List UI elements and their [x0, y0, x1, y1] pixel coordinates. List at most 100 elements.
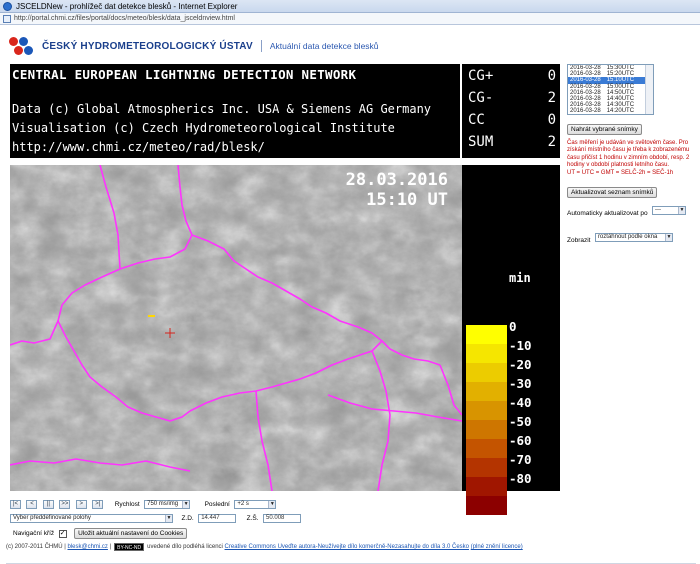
legend-swatch	[466, 439, 507, 458]
time-item-date: 2016-03-28	[570, 83, 601, 90]
legend-swatch	[466, 420, 507, 439]
utc-note: Čas měření je udáván ve světovém čase. P…	[567, 140, 695, 177]
auto-refresh-label: Automaticky aktualizovat po	[567, 210, 648, 218]
legend-label: -80	[509, 471, 532, 486]
display-row: Zobrazit roztáhnout podle okna ▼	[567, 229, 697, 247]
refresh-list-button[interactable]: Aktualizovat seznam snímků	[567, 187, 658, 199]
footer-email-link[interactable]: blesk@chmi.cz	[67, 544, 107, 550]
display-label: Zobrazit	[567, 237, 591, 245]
page-subtitle: Aktuální data detekce blesků	[269, 41, 379, 51]
legend-swatch	[466, 382, 507, 401]
cc-license-badge[interactable]: BY-NC-ND	[114, 543, 145, 551]
page-icon	[3, 14, 11, 23]
utc-note-formula: UT = UTC = GMT = SELČ-2h = SEČ-1h	[567, 169, 674, 176]
load-selected-button[interactable]: Nahrát vybrané snímky	[567, 124, 642, 135]
count-row: CC 0	[468, 112, 556, 132]
prev-frame-button[interactable]: <	[26, 500, 38, 510]
polygons-select[interactable]: Vyber předdefinované polohy ▼	[10, 514, 173, 524]
pause-button[interactable]: ||	[42, 500, 54, 510]
display-select[interactable]: roztáhnout podle okna ▼	[594, 233, 673, 243]
time-items: 2016-03-28 15:30UTC 2016-03-28 15:20UTC 2016…	[568, 65, 653, 114]
time-item-time: 15:00UTC	[606, 83, 635, 90]
network-banner: CENTRAL EUROPEAN LIGHTNING DETECTION NET…	[10, 64, 460, 158]
lat-input[interactable]: 14.447	[198, 514, 237, 524]
first-frame-button[interactable]: |<	[10, 500, 21, 510]
play-button[interactable]: >>	[59, 500, 71, 510]
auto-refresh-value: ---	[655, 207, 662, 214]
site-header: ČESKÝ HYDROMETEOROLOGICKÝ ÚSTAV Aktuální…	[8, 35, 379, 57]
utc-note-text: Čas měření je udáván ve světovém čase. P…	[567, 140, 690, 169]
time-item-time: 14:30UTC	[606, 102, 635, 109]
count-row: SUM 2	[468, 134, 556, 154]
chevron-down-icon: ▼	[268, 501, 276, 509]
footer-full-license-link[interactable]: (plné znění licence)	[471, 544, 523, 550]
time-item-time: 15:20UTC	[606, 71, 635, 78]
controls-row-3: Navigační kříž ✓ Uložit aktuální nastave…	[10, 525, 560, 540]
banner-line-visual: Visualisation (c) Czech Hydrometeorologi…	[12, 121, 395, 135]
banner-title: CENTRAL EUROPEAN LIGHTNING DETECTION NET…	[12, 67, 357, 82]
legend-swatch	[466, 477, 507, 496]
time-item-date: 2016-03-28	[570, 71, 601, 78]
speed-select[interactable]: 750 ms/img ▼	[144, 500, 191, 510]
time-item-time: 14:50UTC	[606, 89, 635, 96]
age-legend: min 0 -10 -20 -30 -40 -50 -60 -70 -80 -90	[462, 165, 560, 515]
stroke-counts: CG+ 0 CG- 2 CC 0 SUM 2	[462, 64, 560, 158]
right-panel: 2016-03-28 15:30UTC 2016-03-28 15:20UTC 2016…	[567, 64, 697, 247]
legend-swatch	[466, 363, 507, 382]
crosshair-label: Navigační kříž	[13, 530, 55, 538]
browser-titlebar: JSCELDNew - prohlížeč dat detekce blesků…	[0, 0, 700, 13]
auto-refresh-select[interactable]: --- ▼	[652, 206, 687, 216]
time-list-scrollbar[interactable]	[645, 65, 653, 114]
org-name[interactable]: ČESKÝ HYDROMETEOROLOGICKÝ ÚSTAV	[42, 41, 253, 52]
ie-icon	[3, 1, 12, 11]
legend-label: -70	[509, 452, 532, 467]
last-label: Poslední	[204, 501, 230, 509]
chevron-down-icon: ▼	[678, 207, 686, 215]
speed-label: Rychlost	[114, 501, 140, 509]
lightning-strike	[148, 315, 155, 317]
last-value: +2 s	[237, 501, 249, 508]
count-label: CG+	[468, 68, 494, 84]
last-select[interactable]: +2 s ▼	[234, 500, 277, 510]
crosshair-checkbox[interactable]: ✓	[58, 529, 67, 538]
chevron-down-icon: ▼	[165, 515, 172, 523]
time-item-time: 14:20UTC	[606, 108, 635, 115]
map-date: 28.03.2016	[346, 170, 448, 190]
footer: (c) 2007-2011 ČHMÚ | blesk@chmi.cz | BY-…	[6, 541, 696, 553]
animation-controls: |< < || >> > >| Rychlost 750 ms/img ▼ Pos…	[10, 496, 560, 540]
count-value: 0	[547, 68, 556, 84]
address-bar[interactable]: http://portal.chmi.cz/files/portal/docs/…	[0, 13, 700, 25]
time-item-date: 2016-03-28	[570, 108, 601, 115]
lightning-map[interactable]: 28.03.2016 15:10 UT	[10, 165, 462, 491]
legend-label: -50	[509, 414, 532, 429]
auto-refresh-row: Automaticky aktualizovat po --- ▼	[567, 202, 697, 220]
save-cookies-button[interactable]: Uložit aktuální nastavení do Cookies	[74, 528, 188, 540]
lat-label: Z.D.	[181, 515, 194, 523]
time-item-date: 2016-03-28	[570, 65, 601, 71]
time-item-date: 2016-03-28	[570, 77, 601, 84]
time-item-time: 15:10UTC	[606, 77, 635, 84]
count-row: CG- 2	[468, 90, 556, 110]
speed-value: 750 ms/img	[147, 501, 179, 508]
time-item-time: 15:30UTC	[606, 65, 635, 71]
footer-license-link[interactable]: Creative Commons Uveďte autora-Neužívejt…	[225, 544, 469, 550]
lon-input[interactable]: 50.008	[263, 514, 302, 524]
refresh-row: Aktualizovat seznam snímků	[567, 181, 697, 199]
chevron-down-icon: ▼	[664, 234, 672, 242]
footer-license-text: uvedené dílo podléhá licenci	[147, 544, 223, 550]
time-list-item[interactable]: 2016-03-28 14:20UTC	[568, 108, 653, 114]
chevron-down-icon: ▼	[182, 501, 190, 509]
count-value: 2	[547, 134, 556, 150]
legend-label: -30	[509, 376, 532, 391]
banner-line-url: http://www.chmi.cz/meteo/rad/blesk/	[12, 140, 265, 154]
map-time: 15:10 UT	[366, 190, 448, 210]
legend-swatch	[466, 325, 507, 344]
count-label: SUM	[468, 134, 494, 150]
chmi-logo-icon[interactable]	[8, 36, 38, 56]
time-item-time: 14:40UTC	[606, 95, 635, 102]
last-frame-button[interactable]: >|	[92, 500, 104, 510]
next-frame-button[interactable]: >	[75, 500, 87, 510]
time-list[interactable]: 2016-03-28 15:30UTC 2016-03-28 15:20UTC 2016…	[567, 64, 654, 115]
address-url[interactable]: http://portal.chmi.cz/files/portal/docs/…	[14, 15, 235, 22]
map-svg[interactable]: 28.03.2016 15:10 UT	[10, 165, 462, 491]
